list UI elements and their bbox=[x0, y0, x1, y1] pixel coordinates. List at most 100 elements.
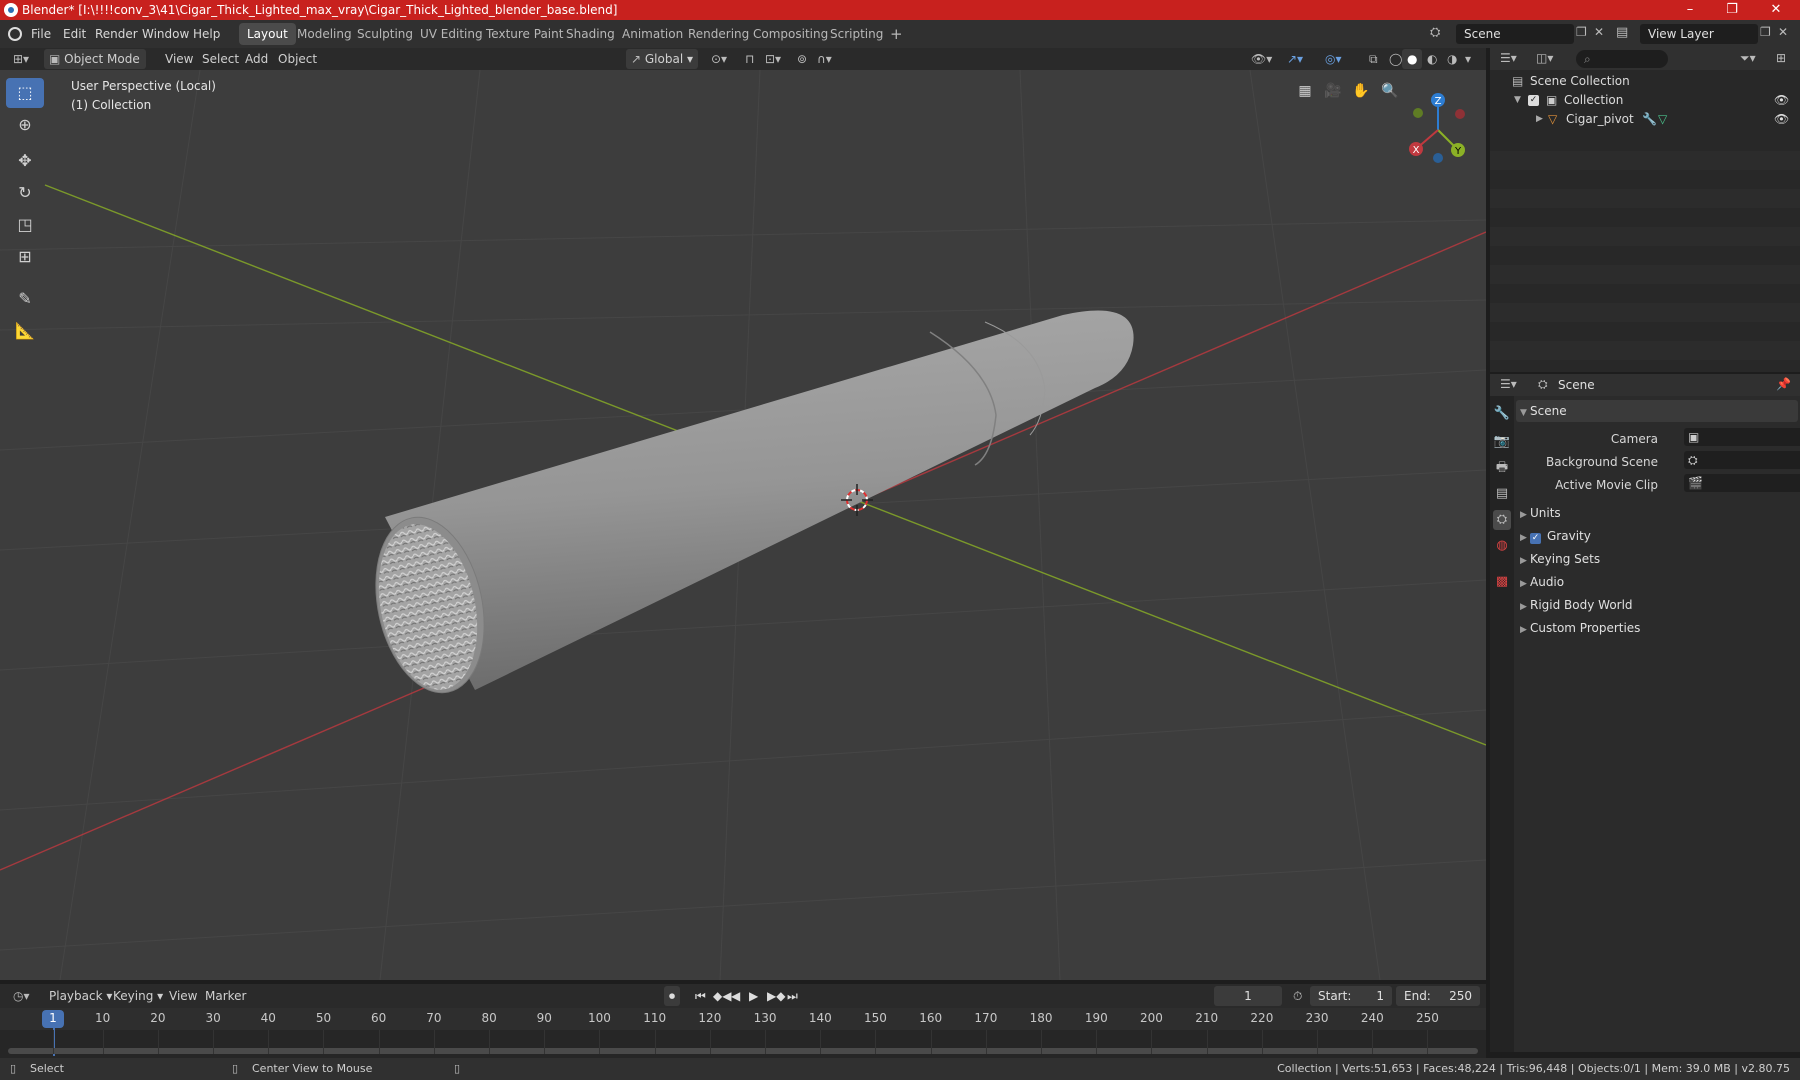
new-view-layer-icon[interactable]: ❐ bbox=[1760, 25, 1776, 39]
cursor-tool-icon[interactable]: ⊕ bbox=[6, 110, 44, 140]
custom-properties-panel-header[interactable]: ▶ Custom Properties bbox=[1516, 617, 1798, 639]
menu-render[interactable]: Render bbox=[95, 20, 138, 48]
new-collection-icon[interactable]: ⊞ bbox=[1776, 51, 1786, 65]
pivot-point-icon[interactable]: ⊙▾ bbox=[706, 49, 732, 69]
outliner-row-scene-collection[interactable]: ▤ Scene Collection bbox=[1490, 72, 1800, 91]
zoom-view-icon[interactable]: 🔍 bbox=[1377, 78, 1403, 104]
camera-field[interactable]: ▣✒ bbox=[1684, 428, 1800, 446]
scene-tab-icon[interactable]: ⛭ bbox=[1493, 510, 1511, 530]
close-button[interactable]: ✕ bbox=[1756, 0, 1796, 20]
view-layer-field[interactable]: View Layer bbox=[1640, 24, 1758, 44]
end-frame-field[interactable]: End: 250 bbox=[1396, 986, 1480, 1006]
blender-menu-icon[interactable] bbox=[8, 27, 22, 41]
proportional-edit-icon[interactable]: ⊚ bbox=[792, 49, 812, 69]
play-icon[interactable]: ▶ bbox=[744, 986, 763, 1006]
snap-icon[interactable]: ⊓ bbox=[740, 49, 759, 69]
jump-end-icon[interactable]: ⏭ bbox=[782, 986, 803, 1006]
menu-select[interactable]: Select bbox=[197, 49, 244, 69]
measure-tool-icon[interactable]: 📐 bbox=[6, 316, 44, 346]
transform-tool-icon[interactable]: ⊞ bbox=[6, 242, 44, 272]
filter-icon[interactable]: ⏷▾ bbox=[1740, 51, 1756, 66]
overlay-toggle-icon[interactable]: ◎▾ bbox=[1320, 49, 1347, 69]
delete-view-layer-icon[interactable]: ✕ bbox=[1778, 25, 1794, 39]
audio-panel-header[interactable]: ▶ Audio bbox=[1516, 571, 1798, 593]
transform-orientation-dropdown[interactable]: ↗ Global ▾ bbox=[626, 49, 698, 69]
output-tab-icon[interactable]: 🖶 bbox=[1493, 458, 1511, 478]
outliner-row-cigar-pivot[interactable]: ▶ ▽ Cigar_pivot 🔧 ▽ 👁 bbox=[1490, 110, 1800, 129]
playback-menu[interactable]: Playback ▾ bbox=[44, 986, 117, 1006]
marker-menu[interactable]: Marker bbox=[200, 986, 251, 1006]
menu-file[interactable]: File bbox=[31, 20, 51, 48]
auto-keying-record-icon[interactable]: ⏺ bbox=[664, 986, 681, 1006]
menu-edit[interactable]: Edit bbox=[63, 20, 86, 48]
object-visibility-eye-icon[interactable]: 👁 bbox=[1774, 110, 1789, 129]
view-layer-browse-icon[interactable]: ▤ bbox=[1616, 25, 1638, 40]
maximize-button[interactable]: ❐ bbox=[1712, 0, 1752, 20]
gravity-panel-header[interactable]: ▶ ✓ Gravity bbox=[1516, 525, 1798, 547]
select-box-tool-icon[interactable]: ⬚ bbox=[6, 78, 44, 108]
move-tool-icon[interactable]: ✥ bbox=[6, 146, 44, 176]
scene-panel-header[interactable]: ▼ Scene bbox=[1516, 400, 1798, 422]
render-tab-icon[interactable]: 📷 bbox=[1493, 432, 1511, 452]
scene-name-field[interactable]: Scene bbox=[1456, 24, 1574, 44]
snap-target-icon[interactable]: ⊡▾ bbox=[760, 49, 786, 69]
navigation-gizmo[interactable]: Z Y X bbox=[1409, 93, 1465, 163]
menu-help[interactable]: Help bbox=[193, 20, 220, 48]
tab-scripting[interactable]: Scripting bbox=[822, 23, 891, 45]
visibility-icon[interactable]: 👁▾ bbox=[1246, 49, 1277, 69]
gizmo-neg-y-handle[interactable] bbox=[1413, 108, 1423, 118]
mesh-data-icon[interactable]: ▽ bbox=[1658, 110, 1667, 129]
units-panel-header[interactable]: ▶ Units bbox=[1516, 502, 1798, 524]
expand-triangle-icon[interactable]: ▶ bbox=[1536, 110, 1543, 129]
timeline-view-menu[interactable]: View bbox=[164, 986, 202, 1006]
stopwatch-icon[interactable]: ⏱ bbox=[1288, 986, 1307, 1006]
tool-tab-icon[interactable]: 🔧 bbox=[1493, 404, 1511, 424]
editor-type-icon[interactable]: ⊞▾ bbox=[8, 49, 34, 69]
scene-browse-icon[interactable]: ⛭ bbox=[1430, 25, 1452, 43]
pan-view-hand-icon[interactable]: ✋ bbox=[1348, 78, 1374, 104]
gizmo-neg-x-handle[interactable] bbox=[1455, 109, 1465, 119]
current-frame-field[interactable]: 1 bbox=[1214, 986, 1282, 1006]
timeline-editor-type-icon[interactable]: ◷▾ bbox=[8, 986, 35, 1006]
minimize-button[interactable]: – bbox=[1670, 0, 1710, 20]
tab-sculpting[interactable]: Sculpting bbox=[349, 23, 421, 45]
object-mode-dropdown[interactable]: ▣ Object Mode ▾ bbox=[44, 49, 146, 86]
pin-icon[interactable]: 📌 bbox=[1776, 377, 1791, 391]
falloff-icon[interactable]: ∩▾ bbox=[812, 49, 837, 69]
shading-options-icon[interactable]: ▾ bbox=[1460, 49, 1476, 69]
annotate-tool-icon[interactable]: ✎ bbox=[6, 284, 44, 314]
keying-menu[interactable]: Keying ▾ bbox=[108, 986, 168, 1006]
3d-viewport[interactable]: Z Y X User Perspective (Local) (1) Colle… bbox=[0, 70, 1486, 980]
toggle-grid-view-icon[interactable]: ▦ bbox=[1292, 78, 1318, 104]
outliner-search-input[interactable]: ⌕ bbox=[1576, 50, 1668, 68]
play-reverse-icon[interactable]: ◀ bbox=[726, 986, 745, 1006]
gravity-checkbox[interactable]: ✓ bbox=[1530, 533, 1541, 544]
menu-object[interactable]: Object bbox=[273, 49, 322, 69]
outliner-editor-type-icon[interactable]: ☰▾ bbox=[1500, 51, 1517, 65]
gizmo-toggle-icon[interactable]: ↗▾ bbox=[1282, 49, 1308, 69]
menu-add[interactable]: Add bbox=[240, 49, 273, 69]
menu-view[interactable]: View bbox=[160, 49, 198, 69]
camera-view-icon[interactable]: 🎥 bbox=[1320, 78, 1346, 104]
background-scene-field[interactable]: ⛭ bbox=[1684, 451, 1800, 469]
rotate-tool-icon[interactable]: ↻ bbox=[6, 178, 44, 208]
collapse-triangle-icon[interactable]: ▼ bbox=[1514, 91, 1521, 110]
collection-visibility-eye-icon[interactable]: 👁 bbox=[1774, 91, 1789, 110]
view-layer-tab-icon[interactable]: ▤ bbox=[1493, 484, 1511, 504]
world-tab-icon[interactable]: ◍ bbox=[1493, 536, 1511, 556]
tab-layout[interactable]: Layout bbox=[239, 23, 296, 45]
new-scene-icon[interactable]: ❐ bbox=[1576, 25, 1592, 39]
properties-editor-type-icon[interactable]: ☰▾ bbox=[1500, 377, 1517, 391]
material-shading-icon[interactable]: ◐ bbox=[1422, 49, 1442, 69]
keying-sets-panel-header[interactable]: ▶ Keying Sets bbox=[1516, 548, 1798, 570]
start-frame-field[interactable]: Start: 1 bbox=[1310, 986, 1392, 1006]
delete-scene-icon[interactable]: ✕ bbox=[1594, 25, 1610, 39]
texture-tab-icon[interactable]: ▩ bbox=[1493, 572, 1511, 592]
rigid-body-world-panel-header[interactable]: ▶ Rigid Body World bbox=[1516, 594, 1798, 616]
timeline-scrollbar[interactable] bbox=[8, 1048, 1478, 1054]
modifier-wrench-icon[interactable]: 🔧 bbox=[1642, 110, 1657, 129]
xray-toggle-icon[interactable]: ⧉ bbox=[1364, 49, 1383, 69]
gizmo-neg-z-handle[interactable] bbox=[1433, 153, 1443, 163]
solid-shading-icon[interactable]: ● bbox=[1402, 49, 1423, 69]
menu-window[interactable]: Window bbox=[142, 20, 189, 48]
